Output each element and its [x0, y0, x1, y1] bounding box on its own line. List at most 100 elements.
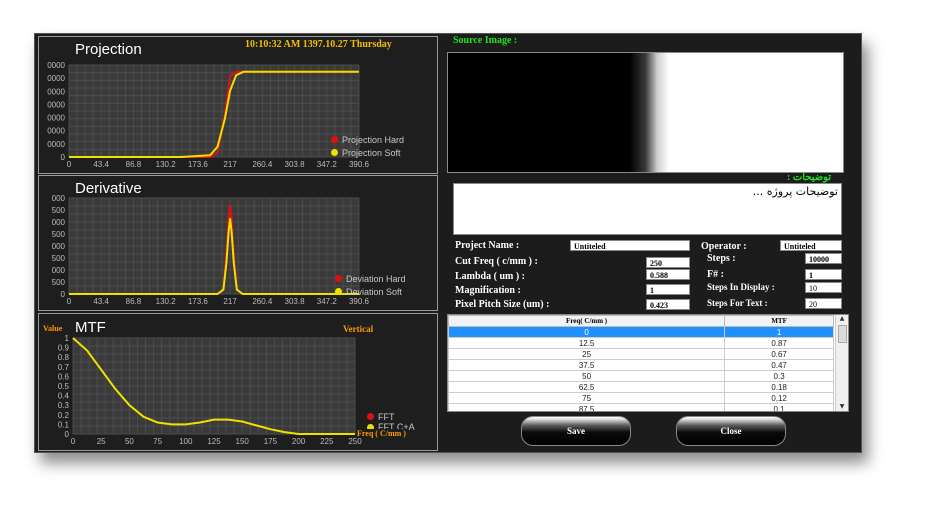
projection-panel: Projection 0000 0000 0000 0000 0000 0000 0000 0… [38, 36, 438, 174]
steps-for-text-label: Steps For Text : [707, 298, 768, 308]
table-row[interactable]: 50 0.3 [448, 370, 834, 382]
x-tick-label: 303.8 [285, 297, 306, 306]
cell-freq[interactable]: 37.5 [448, 359, 726, 371]
y-tick-label: 0.6 [58, 372, 70, 381]
x-tick-label: 217 [223, 160, 237, 169]
steps-for-text-input[interactable]: 20 [805, 298, 842, 309]
x-tick-label: 100 [179, 437, 193, 446]
table-row[interactable]: 87.5 0.1 [448, 403, 834, 411]
project-name-input[interactable]: Untiteled [570, 240, 690, 251]
x-tick-label: 0 [67, 297, 72, 306]
cell-mtf[interactable]: 0.87 [724, 337, 834, 349]
magnification-label: Magnification : [455, 285, 521, 296]
cell-freq[interactable]: 87.5 [448, 403, 726, 411]
legend-swatch-dev-soft [335, 288, 342, 295]
x-tick-label: 50 [125, 437, 134, 446]
cell-mtf[interactable]: 0.47 [724, 359, 834, 371]
legend-swatch-dev-hard [335, 275, 342, 282]
cut-freq-label: Cut Freq ( c/mm ) : [455, 256, 538, 267]
x-tick-label: 250 [348, 437, 362, 446]
x-tick-label: 86.8 [126, 160, 142, 169]
legend-deviation-soft: Deviation Soft [346, 286, 403, 297]
x-tick-label: 303.8 [285, 160, 306, 169]
y-tick-label: 0000 [47, 140, 65, 149]
cell-freq[interactable]: 0 [448, 326, 726, 338]
x-tick-label: 25 [97, 437, 106, 446]
x-tick-label: 130.2 [156, 297, 177, 306]
table-row[interactable]: 12.5 0.87 [448, 337, 834, 349]
legend-deviation-hard: Deviation Hard [346, 273, 406, 284]
x-tick-label: 75 [153, 437, 162, 446]
cell-mtf[interactable]: 0.18 [724, 381, 834, 393]
scroll-thumb[interactable] [838, 325, 847, 343]
col-header-mtf[interactable]: MTF [724, 315, 834, 327]
table-row[interactable]: 37.5 0.47 [448, 359, 834, 371]
y-tick-label: 000 [52, 266, 66, 275]
cell-freq[interactable]: 25 [448, 348, 726, 360]
x-tick-label: 217 [223, 297, 237, 306]
x-tick-label: 390.6 [349, 297, 370, 306]
cell-freq[interactable]: 50 [448, 370, 726, 382]
pixel-pitch-label: Pixel Pitch Size (um) : [455, 299, 550, 310]
pixel-pitch-input[interactable]: 0.423 [646, 299, 690, 310]
mtf-panel: Value MTF Vertical 1 0.9 0.8 0.7 0.6 0.5 0.4 0.… [38, 313, 438, 451]
table-scrollbar[interactable]: ▲ ▼ [835, 315, 848, 411]
col-header-freq[interactable]: Freq( C/mm ) [448, 315, 726, 327]
y-tick-label: 500 [52, 278, 66, 287]
y-tick-label: 0000 [47, 100, 65, 109]
cell-freq[interactable]: 62.5 [448, 381, 726, 393]
y-tick-label: 0 [61, 290, 66, 299]
mtf-legend: FFT FFT C+A [367, 410, 415, 431]
description-textarea[interactable]: توضیحات پروژه ... [453, 183, 842, 235]
close-button[interactable]: Close [676, 416, 786, 446]
y-tick-label: 0000 [47, 74, 65, 83]
table-row[interactable]: 01 [448, 326, 834, 338]
cell-freq[interactable]: 75 [448, 392, 726, 404]
derivative-panel: Derivative 000 500 000 500 000 500 000 500 0 0 43.… [38, 175, 438, 311]
scroll-up-icon[interactable]: ▲ [836, 315, 848, 323]
table-row[interactable]: 75 0.12 [448, 392, 834, 404]
f-number-input[interactable]: 1 [805, 269, 842, 280]
description-label: توضیحات : [787, 172, 832, 183]
cell-mtf[interactable]: 0.67 [724, 348, 834, 360]
table-row[interactable]: 62.5 0.18 [448, 381, 834, 393]
legend-swatch-soft [331, 149, 338, 156]
steps-in-display-input[interactable]: 10 [805, 282, 842, 293]
y-tick-label: 0.9 [58, 344, 70, 353]
y-tick-label: 500 [52, 206, 66, 215]
x-tick-label: 43.4 [93, 160, 109, 169]
legend-swatch-fft [367, 413, 374, 420]
cell-mtf[interactable]: 0.3 [724, 370, 834, 382]
legend-swatch-hard [331, 136, 338, 143]
x-tick-label: 347.2 [317, 297, 338, 306]
x-tick-label: 175 [264, 437, 278, 446]
x-tick-label: 125 [207, 437, 221, 446]
x-tick-label: 173.6 [188, 160, 209, 169]
y-tick-label: 0.2 [58, 411, 70, 420]
y-tick-label: 000 [52, 242, 66, 251]
cell-mtf[interactable]: 1 [724, 326, 834, 338]
save-button[interactable]: Save [521, 416, 631, 446]
x-tick-label: 260.4 [252, 297, 273, 306]
y-tick-label: 0.1 [58, 420, 70, 429]
x-tick-label: 130.2 [156, 160, 177, 169]
y-tick-label: 0000 [47, 127, 65, 136]
cell-mtf[interactable]: 0.1 [724, 403, 834, 411]
mtf-analysis-window: Projection 0000 0000 0000 0000 0000 0000 0000 0… [34, 33, 862, 453]
y-tick-label: 0.3 [58, 401, 70, 410]
cell-freq[interactable]: 12.5 [448, 337, 726, 349]
x-tick-label: 0 [67, 160, 72, 169]
y-tick-label: 0.8 [58, 353, 70, 362]
table-row[interactable]: 25 0.67 [448, 348, 834, 360]
magnification-input[interactable]: 1 [646, 284, 690, 295]
lambda-input[interactable]: 0.588 [646, 269, 690, 280]
scroll-down-icon[interactable]: ▼ [836, 403, 848, 411]
mtf-table[interactable]: Freq( C/mm ) MTF 0 1 12.5 0.87 25 0.67 37.5 0.4… [447, 314, 849, 412]
cell-mtf[interactable]: 0.12 [724, 392, 834, 404]
steps-label: Steps : [707, 253, 736, 264]
f-number-label: F# : [707, 269, 724, 280]
cut-freq-input[interactable]: 250 [646, 257, 690, 268]
y-tick-label: 0 [65, 430, 70, 439]
operator-input[interactable]: Untiteled [780, 240, 842, 251]
steps-input[interactable]: 10000 [805, 253, 842, 264]
